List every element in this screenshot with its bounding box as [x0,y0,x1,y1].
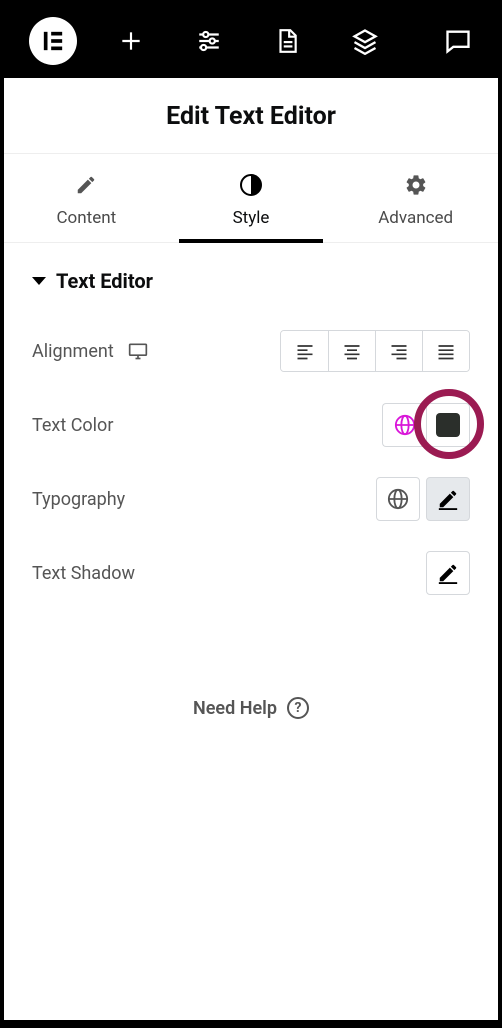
section-text-editor: Text Editor Alignment [4,243,498,719]
globe-icon [387,488,409,510]
global-color-button[interactable] [382,403,426,447]
elementor-logo-icon [29,17,77,65]
typography-label: Typography [32,489,125,510]
edit-text-shadow-button[interactable] [426,551,470,595]
elementor-logo[interactable] [14,4,92,78]
tab-style[interactable]: Style [169,154,334,242]
tab-label: Style [233,208,270,228]
globe-icon [394,414,416,436]
gear-icon [404,172,428,198]
panel-title: Edit Text Editor [4,78,498,154]
pencil-underline-icon [437,562,459,584]
global-typography-button[interactable] [376,477,420,521]
tab-label: Content [56,208,116,228]
align-justify-button[interactable] [422,331,469,371]
control-typography: Typography [32,475,470,523]
control-text-shadow: Text Shadow [32,549,470,597]
text-color-label: Text Color [32,415,113,436]
alignment-choices [280,330,470,372]
color-picker-button[interactable] [426,403,470,447]
responsive-icon[interactable] [128,341,148,361]
tab-label: Advanced [378,208,453,228]
edit-typography-button[interactable] [426,477,470,521]
help-link[interactable]: Need Help ? [32,697,470,719]
section-title: Text Editor [56,269,153,293]
tabs: Content Style Advanced [4,154,498,243]
align-center-button[interactable] [328,331,375,371]
align-justify-icon [436,341,456,361]
chat-icon [444,27,472,55]
align-center-icon [342,341,362,361]
add-element-button[interactable] [92,4,170,78]
document-icon [274,28,300,54]
structure-button[interactable] [326,4,404,78]
align-left-button[interactable] [281,331,328,371]
pencil-icon [75,172,97,198]
panel-frame: Edit Text Editor Content Style Advanced … [4,4,498,1020]
section-toggle[interactable]: Text Editor [32,269,470,293]
notes-button[interactable] [428,4,488,78]
tab-content[interactable]: Content [4,154,169,242]
text-shadow-label: Text Shadow [32,563,135,584]
help-icon: ? [287,697,309,719]
contrast-icon [239,172,263,198]
layers-icon [351,27,379,55]
control-text-color: Text Color [32,401,470,449]
site-settings-button[interactable] [170,4,248,78]
caret-down-icon [32,277,46,285]
align-right-button[interactable] [375,331,422,371]
align-left-icon [295,341,315,361]
alignment-label: Alignment [32,341,114,362]
plus-icon [118,28,144,54]
help-label: Need Help [193,698,277,719]
control-alignment: Alignment [32,327,470,375]
pencil-underline-icon [437,488,459,510]
sliders-icon [196,28,222,54]
tab-advanced[interactable]: Advanced [333,154,498,242]
topbar [4,4,498,78]
color-swatch [436,413,460,437]
align-right-icon [389,341,409,361]
page-settings-button[interactable] [248,4,326,78]
